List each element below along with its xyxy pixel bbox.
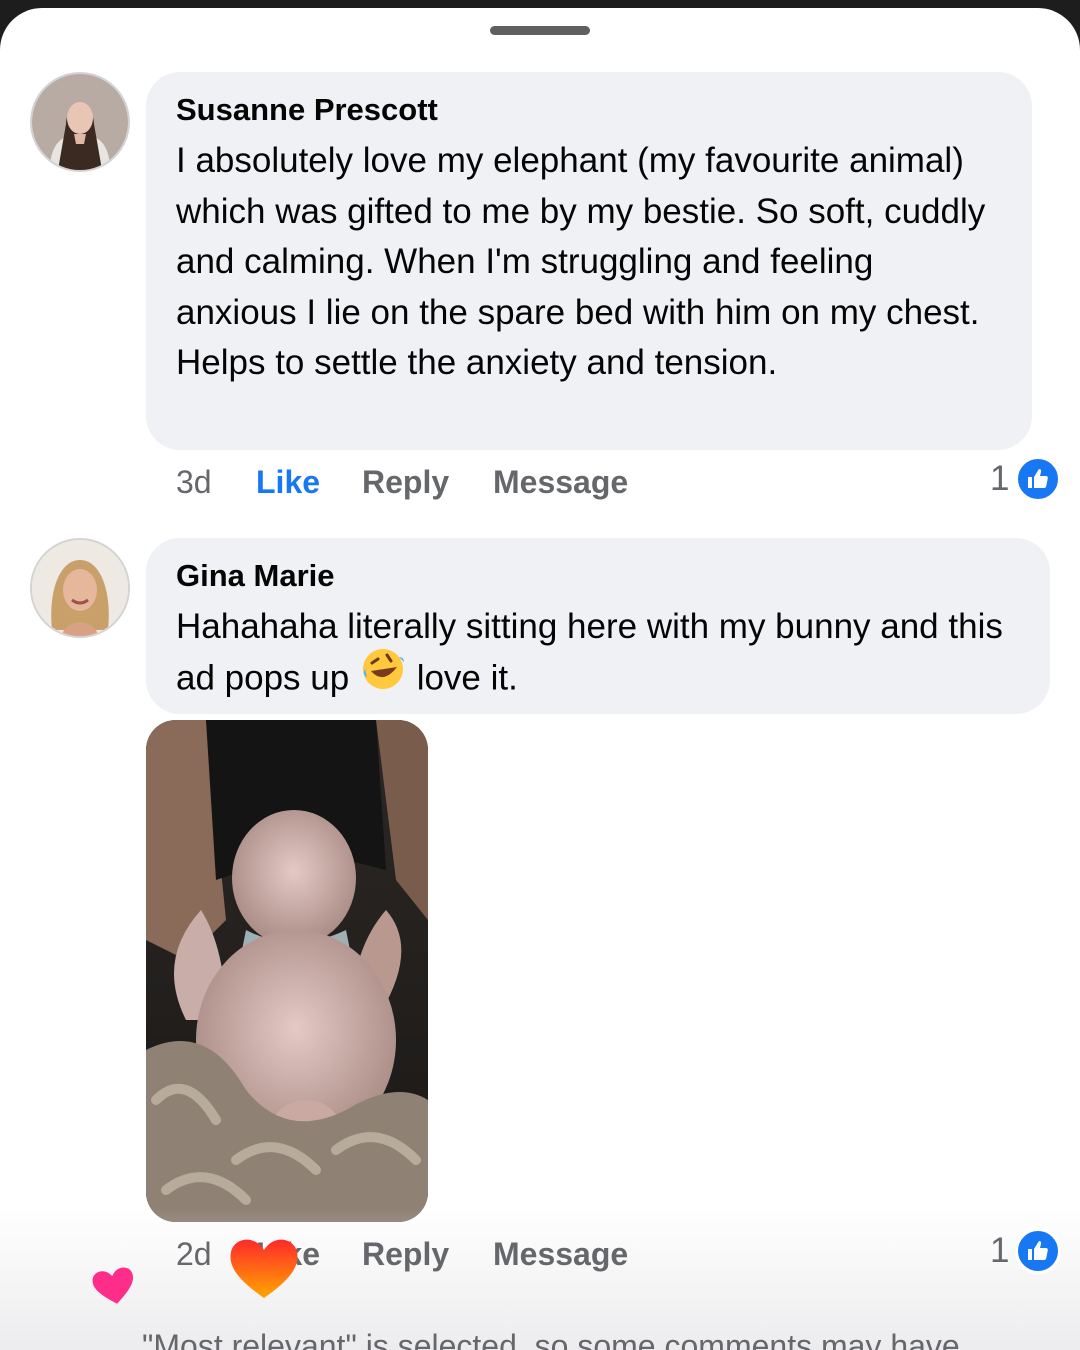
message-button[interactable]: Message [493, 464, 628, 501]
comment-author[interactable]: Gina Marie [176, 558, 1020, 594]
comment-actions: 2d Like Reply Message [176, 1234, 1036, 1274]
comment-text: Hahahaha literally sitting here with my … [176, 602, 1020, 707]
thumbs-up-icon [1015, 1228, 1062, 1274]
reply-button[interactable]: Reply [362, 464, 449, 501]
comment-bubble[interactable]: Susanne Prescott I absolutely love my el… [146, 72, 1032, 450]
comment-text-before-emoji: Hahahaha literally sitting here with my … [176, 607, 1003, 697]
comment-text: I absolutely love my elephant (my favour… [176, 141, 986, 382]
thumbs-up-icon [1015, 456, 1062, 502]
reaction-summary[interactable]: 1 [990, 456, 1062, 502]
comment-author[interactable]: Susanne Prescott [176, 92, 1002, 128]
comment-photo-bunny[interactable] [146, 720, 428, 1222]
rolling-on-floor-laughing-emoji-icon [359, 645, 407, 708]
floating-heart-icon [92, 1266, 136, 1311]
message-button[interactable]: Message [493, 1236, 628, 1273]
like-button[interactable]: Like [256, 464, 320, 501]
comments-sheet: Susanne Prescott I absolutely love my el… [0, 8, 1080, 1350]
floating-heart-icon [228, 1236, 300, 1305]
comment-text-after-emoji: love it. [416, 658, 518, 697]
avatar-susanne-prescott[interactable] [30, 72, 130, 172]
comment-actions: 3d Like Reply Message [176, 462, 1036, 502]
reply-button[interactable]: Reply [362, 1236, 449, 1273]
reaction-summary[interactable]: 1 [990, 1228, 1062, 1274]
reaction-count: 1 [990, 1231, 1010, 1270]
sort-notice: "Most relevant" is selected, so some com… [142, 1328, 960, 1350]
comment-bubble[interactable]: Gina Marie Hahahaha literally sitting he… [146, 538, 1050, 714]
comment-timestamp: 3d [176, 463, 212, 500]
reaction-count: 1 [990, 459, 1010, 498]
avatar-gina-marie[interactable] [30, 538, 130, 638]
sheet-drag-handle[interactable] [490, 26, 590, 35]
comment-timestamp: 2d [176, 1235, 212, 1272]
